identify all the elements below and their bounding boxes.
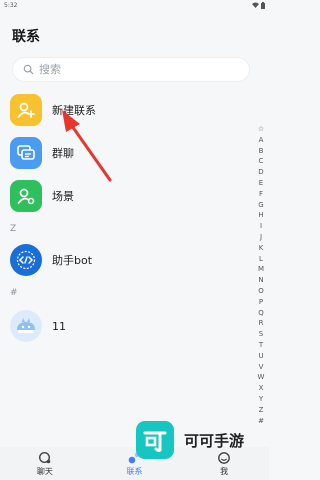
status-icons bbox=[252, 1, 265, 9]
index-letter[interactable]: D bbox=[258, 167, 263, 178]
add-contact-icon bbox=[10, 94, 42, 126]
nav-chat-label: 聊天 bbox=[36, 466, 53, 476]
new-contact-item[interactable]: 新建联系 bbox=[0, 88, 254, 132]
status-bar: 5:32 bbox=[0, 0, 269, 10]
nav-contacts-label: 联系 bbox=[126, 466, 143, 476]
status-time: 5:32 bbox=[4, 1, 18, 9]
new-contact-label: 新建联系 bbox=[52, 104, 96, 117]
code-bot-icon bbox=[10, 244, 42, 276]
contact-name: 助手bot bbox=[52, 254, 93, 267]
page-title: 联系 bbox=[12, 29, 40, 45]
contact-item-bot[interactable]: 助手bot bbox=[0, 238, 254, 282]
index-letter[interactable]: I bbox=[260, 221, 262, 232]
index-letter[interactable]: T bbox=[259, 340, 263, 351]
index-letter[interactable]: U bbox=[258, 351, 263, 362]
index-letter[interactable]: R bbox=[259, 318, 264, 329]
index-letter[interactable]: E bbox=[259, 178, 263, 189]
index-letter[interactable]: F bbox=[259, 189, 263, 200]
index-letter[interactable]: W bbox=[258, 372, 265, 383]
index-letter[interactable]: J bbox=[260, 232, 262, 243]
alphabet-index[interactable]: ☆ A B C D E F G H I J K L M N O P Q R S … bbox=[254, 124, 268, 426]
index-letter[interactable]: P bbox=[259, 297, 263, 308]
search-bar[interactable] bbox=[13, 58, 249, 81]
watermark-logo-glyph bbox=[143, 431, 167, 452]
index-hash[interactable]: # bbox=[258, 416, 264, 427]
section-header-z: Z bbox=[10, 224, 17, 234]
group-chat-item[interactable]: 群聊 bbox=[0, 131, 254, 175]
group-chat-label: 群聊 bbox=[52, 147, 74, 160]
chat-icon bbox=[38, 451, 51, 463]
index-star[interactable]: ☆ bbox=[258, 124, 264, 135]
index-letter[interactable]: S bbox=[259, 329, 263, 340]
index-letter[interactable]: Z bbox=[259, 405, 264, 416]
scene-item[interactable]: 场景 bbox=[0, 174, 254, 218]
watermark-text: 可可手游 bbox=[184, 431, 245, 450]
index-letter[interactable]: H bbox=[258, 210, 263, 221]
scene-label: 场景 bbox=[52, 190, 74, 203]
index-letter[interactable]: O bbox=[258, 286, 264, 297]
index-letter[interactable]: M bbox=[258, 264, 264, 275]
watermark-logo bbox=[136, 421, 174, 459]
index-letter[interactable]: G bbox=[258, 200, 263, 211]
index-letter[interactable]: N bbox=[258, 275, 263, 286]
index-letter[interactable]: Y bbox=[259, 394, 263, 405]
watermark: 可可手游 bbox=[136, 420, 244, 460]
index-letter[interactable]: A bbox=[259, 135, 264, 146]
contact-name: 11 bbox=[52, 319, 66, 333]
index-letter[interactable]: C bbox=[259, 156, 264, 167]
nav-chat[interactable]: 聊天 bbox=[15, 447, 75, 480]
search-input[interactable] bbox=[39, 63, 239, 76]
index-letter[interactable]: V bbox=[259, 362, 264, 373]
index-letter[interactable]: L bbox=[259, 254, 263, 265]
index-letter[interactable]: K bbox=[259, 243, 264, 254]
nav-profile-label: 我 bbox=[220, 466, 229, 476]
search-icon bbox=[23, 64, 34, 75]
cloud-avatar-icon bbox=[10, 310, 42, 342]
contact-item-11[interactable]: 11 bbox=[0, 304, 254, 348]
group-chat-icon bbox=[10, 137, 42, 169]
scene-icon bbox=[10, 180, 42, 212]
index-letter[interactable]: Q bbox=[258, 308, 264, 319]
section-header-hash: # bbox=[10, 288, 18, 298]
wifi-icon bbox=[252, 2, 259, 8]
battery-icon bbox=[261, 1, 265, 9]
index-letter[interactable]: X bbox=[259, 383, 264, 394]
index-letter[interactable]: B bbox=[259, 146, 264, 157]
